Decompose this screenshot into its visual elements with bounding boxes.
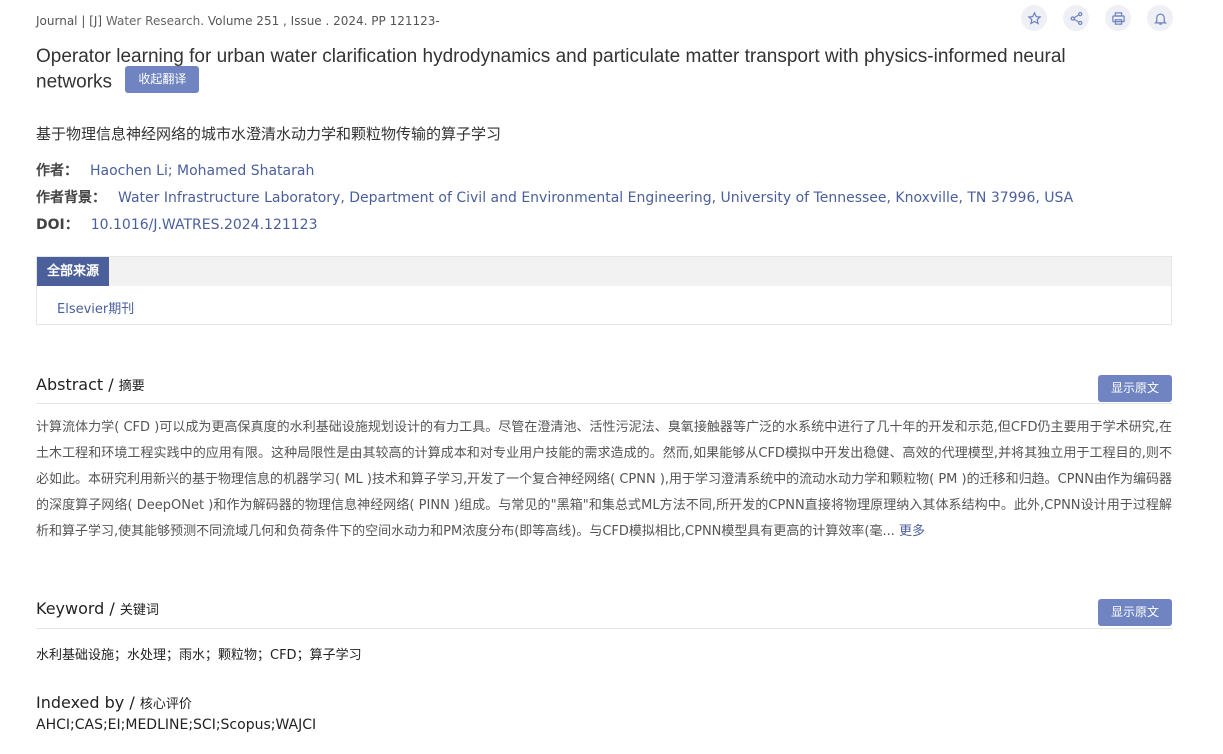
tab-all-sources[interactable]: 全部来源 <box>37 257 110 286</box>
authors-link[interactable]: Haochen Li; Mohamed Shatarah <box>90 163 314 179</box>
affiliation-row: 作者背景： Water Infrastructure Laboratory, De… <box>36 187 1073 207</box>
keyword-heading-en: Keyword / <box>36 599 120 618</box>
sources-tab-bar: 全部来源 <box>37 257 1171 286</box>
abstract-show-original-button[interactable]: 显示原文 <box>1097 375 1172 402</box>
authors-label: 作者： <box>36 163 78 179</box>
abstract-heading: Abstract / 摘要 <box>36 375 145 394</box>
journal-name-link[interactable]: Water Research <box>106 14 200 28</box>
affiliation-link[interactable]: Water Infrastructure Laboratory, Departm… <box>118 190 1073 206</box>
doi-row: DOI： 10.1016/J.WATRES.2024.121123 <box>36 214 317 234</box>
action-icons <box>1021 5 1173 31</box>
indexed-heading-cn: 核心评价 <box>139 697 192 712</box>
sources-panel: 全部来源 Elsevier期刊 <box>36 256 1172 325</box>
abstract-header: Abstract / 摘要 显示原文 <box>36 374 1172 404</box>
keyword-show-original-button[interactable]: 显示原文 <box>1097 599 1172 626</box>
volume-issue-text: . Volume 251 , Issue . 2024. PP 121123- <box>200 14 440 28</box>
keyword-heading-cn: 关键词 <box>119 603 159 618</box>
print-icon[interactable] <box>1105 5 1131 31</box>
indexed-list: AHCI;CAS;EI;MEDLINE;SCI;Scopus;WAJCI <box>36 717 317 733</box>
abstract-heading-en: Abstract / <box>36 375 119 394</box>
keyword-list: 水利基础设施；水处理；雨水；颗粒物；CFD；算子学习 <box>36 648 362 663</box>
bell-icon[interactable] <box>1147 5 1173 31</box>
abstract-text: 计算流体力学( CFD )可以成为更高保真度的水利基础设施规划设计的有力工具。尽… <box>36 415 1172 545</box>
article-title-block: Operator learning for urban water clarif… <box>36 44 1136 96</box>
doi-label: DOI： <box>36 217 79 233</box>
collapse-translation-button[interactable]: 收起翻译 <box>125 66 200 93</box>
authors-row: 作者： Haochen Li; Mohamed Shatarah <box>36 160 314 180</box>
star-icon[interactable] <box>1021 5 1047 31</box>
chinese-title: 基于物理信息神经网络的城市水澄清水动力学和颗粒物传输的算子学习 <box>36 125 502 143</box>
source-link-elsevier[interactable]: Elsevier期刊 <box>57 298 134 317</box>
doi-link[interactable]: 10.1016/J.WATRES.2024.121123 <box>91 217 318 233</box>
share-icon[interactable] <box>1063 5 1089 31</box>
journal-info-line: Journal | [J] Water Research. Volume 251… <box>36 14 440 28</box>
keyword-heading: Keyword / 关键词 <box>36 599 159 618</box>
abstract-body: 计算流体力学( CFD )可以成为更高保真度的水利基础设施规划设计的有力工具。尽… <box>36 420 1172 539</box>
affiliation-label: 作者背景： <box>36 190 106 206</box>
keyword-header: Keyword / 关键词 显示原文 <box>36 598 1172 629</box>
journal-prefix: Journal | [J] <box>36 14 106 28</box>
abstract-more-link[interactable]: 更多 <box>899 524 925 539</box>
abstract-heading-cn: 摘要 <box>118 379 145 394</box>
indexed-heading: Indexed by / 核心评价 <box>36 693 192 712</box>
indexed-heading-en: Indexed by / <box>36 693 140 712</box>
